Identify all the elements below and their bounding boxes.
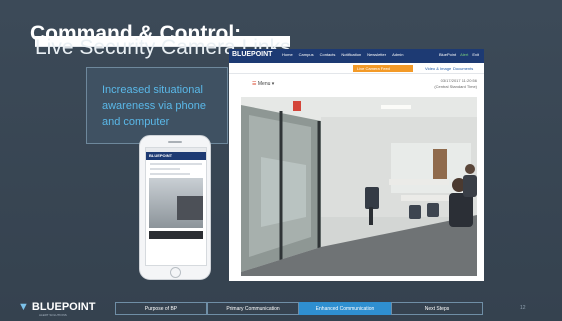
breadcrumb: Purpose of BP Primary Communication Enha… bbox=[115, 302, 483, 315]
nav-items: Home Campus Contacts Notification Newsle… bbox=[282, 52, 403, 57]
phone-line bbox=[150, 168, 180, 170]
nav-user[interactable]: BluePoint bbox=[439, 52, 456, 57]
slide: Command & Control: Live Security Camera L… bbox=[0, 0, 562, 321]
tab-documents[interactable]: Documents bbox=[453, 66, 473, 71]
chevron-down-icon: ▾ bbox=[271, 81, 275, 87]
phone-mockup: BLUEPOINT bbox=[139, 135, 211, 280]
nav-item-campus[interactable]: Campus bbox=[299, 52, 314, 57]
title-light: Live Security Camera Links bbox=[35, 36, 291, 59]
callout-text: Increased situational awareness via phon… bbox=[102, 84, 206, 128]
phone-screen: BLUEPOINT bbox=[145, 147, 207, 266]
app-navbar: BLUEPOINT Home Campus Contacts Notificat… bbox=[229, 49, 484, 63]
app-window: BLUEPOINT Home Campus Contacts Notificat… bbox=[229, 49, 484, 281]
timestamp: 03/17/2017 11:20:56 (Central Standard Ti… bbox=[434, 78, 477, 90]
nav-alert[interactable]: Alert bbox=[460, 52, 468, 57]
live-camera-label: Live Camera Feed bbox=[357, 66, 390, 71]
phone-speaker bbox=[168, 141, 182, 143]
phone-camera-image bbox=[149, 178, 203, 228]
nav-exit[interactable]: Exit bbox=[472, 52, 479, 57]
nav-item-admin[interactable]: Admin bbox=[392, 52, 403, 57]
footer-tagline: ALERT SOLUTIONS bbox=[39, 313, 67, 317]
slide-title: Command & Control: Live Security Camera L… bbox=[30, 22, 291, 59]
phone-dark-bar bbox=[149, 231, 203, 239]
nav-right: BluePoint Alert Exit bbox=[439, 52, 479, 57]
live-camera-button[interactable]: Live Camera Feed bbox=[353, 65, 413, 72]
menu-button[interactable]: ☰ Menu ▾ bbox=[252, 81, 274, 87]
callout-box: Increased situational awareness via phon… bbox=[86, 67, 228, 144]
crumb-purpose[interactable]: Purpose of BP bbox=[115, 302, 207, 315]
nav-item-notification[interactable]: Notification bbox=[341, 52, 361, 57]
nav-item-contacts[interactable]: Contacts bbox=[320, 52, 336, 57]
tab-video-image[interactable]: Video & Image bbox=[425, 66, 451, 71]
page-number: 12 bbox=[520, 305, 526, 311]
nav-item-home[interactable]: Home bbox=[282, 52, 293, 57]
menu-label: Menu bbox=[257, 81, 271, 87]
app-logo: BLUEPOINT bbox=[232, 51, 273, 58]
camera-feed-image bbox=[241, 97, 477, 276]
timestamp-zone: (Central Standard Time) bbox=[434, 84, 477, 89]
nav-item-newsletter[interactable]: Newsletter bbox=[367, 52, 386, 57]
crumb-enhanced[interactable]: Enhanced Communication bbox=[299, 302, 391, 315]
camera-scene bbox=[241, 97, 477, 276]
menu-icon: ☰ bbox=[252, 81, 257, 87]
bluepoint-logo-icon: ▼ bbox=[18, 301, 29, 313]
phone-home-button bbox=[170, 267, 181, 278]
phone-line bbox=[150, 173, 190, 175]
footer-logo-text: BLUEPOINT bbox=[31, 301, 96, 313]
crumb-primary[interactable]: Primary Communication bbox=[207, 302, 299, 315]
phone-line bbox=[150, 163, 202, 165]
footer-logo: ▼ BLUEPOINT bbox=[18, 301, 95, 313]
crumb-next-steps[interactable]: Next Steps bbox=[391, 302, 483, 315]
phone-logo: BLUEPOINT bbox=[149, 153, 173, 158]
phone-nav: BLUEPOINT bbox=[146, 152, 206, 160]
